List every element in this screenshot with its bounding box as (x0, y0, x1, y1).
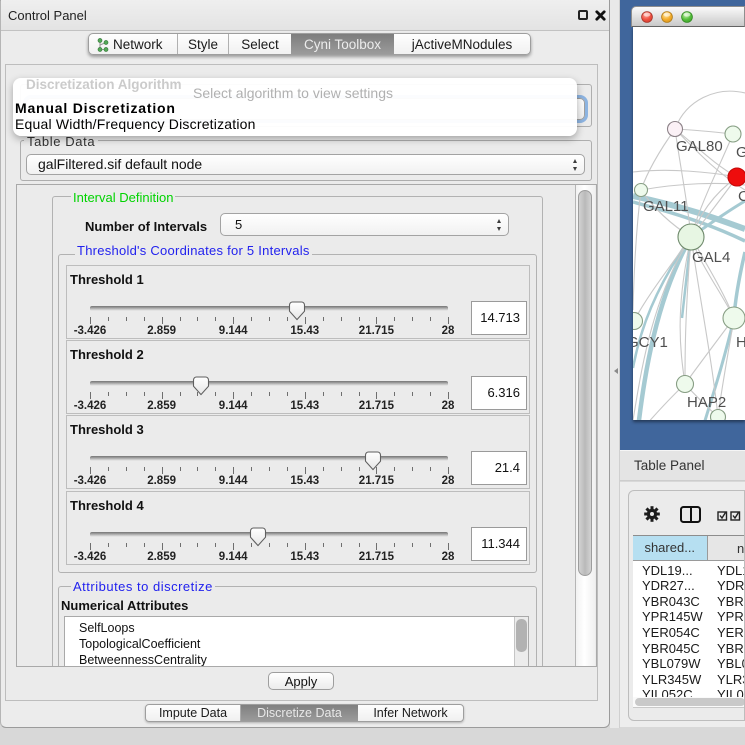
svg-text:GAL4: GAL4 (692, 249, 730, 266)
svg-text:CAF4: CAF4 (738, 188, 745, 205)
svg-text:HAP4: HAP4 (736, 334, 745, 351)
svg-text:GAL3: GAL3 (736, 144, 745, 161)
svg-text:GAL11: GAL11 (643, 198, 689, 215)
svg-text:GAL80: GAL80 (676, 138, 723, 155)
svg-text:HAP2: HAP2 (687, 394, 726, 411)
svg-text:GCY1: GCY1 (633, 334, 668, 351)
